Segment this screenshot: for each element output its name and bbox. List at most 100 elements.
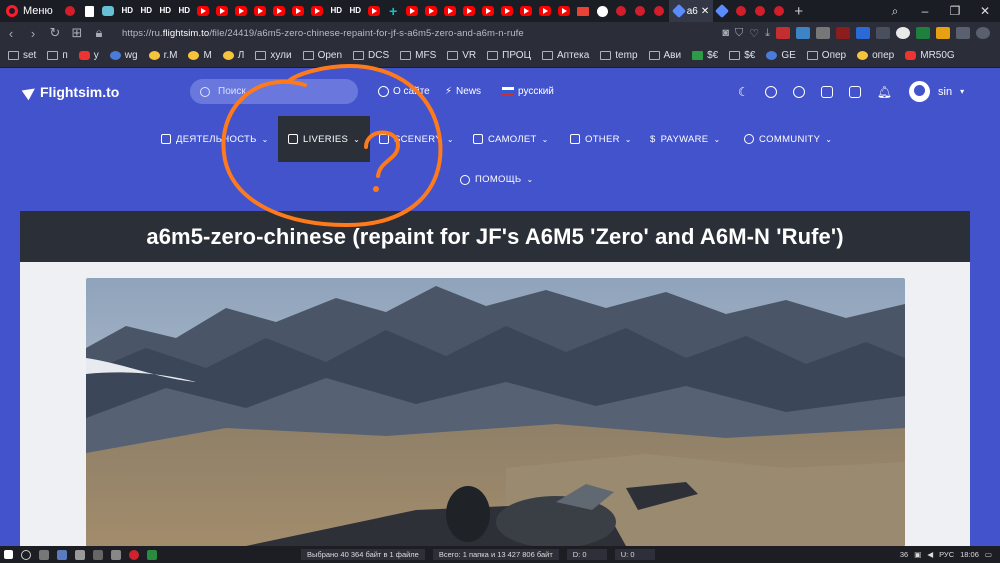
browser-tab[interactable] bbox=[770, 0, 789, 22]
browser-tab[interactable] bbox=[80, 0, 99, 22]
network-icon[interactable]: ▣ bbox=[914, 550, 921, 559]
language-selector[interactable]: русский bbox=[502, 86, 554, 97]
opera-taskbar-icon[interactable] bbox=[129, 549, 139, 560]
close-tab-icon[interactable]: ✕ bbox=[701, 6, 709, 17]
browser-tab[interactable] bbox=[593, 0, 612, 22]
browser-tab[interactable]: HD bbox=[137, 0, 156, 22]
extensions-puzzle-icon[interactable] bbox=[956, 27, 970, 39]
browser-tab[interactable]: HD bbox=[156, 0, 175, 22]
site-logo[interactable]: Flightsim.to bbox=[21, 83, 119, 101]
browser-tab[interactable] bbox=[289, 0, 308, 22]
taskbar-app-icon[interactable] bbox=[39, 549, 49, 560]
bookmark-item[interactable]: GE bbox=[766, 50, 796, 61]
new-tab-icon[interactable]: + bbox=[789, 3, 809, 20]
nav-aircraft[interactable]: САМОЛЕТ ⌄ bbox=[473, 116, 549, 162]
bookmark-item[interactable]: $€ bbox=[729, 50, 755, 61]
taskbar-app-icon[interactable] bbox=[111, 549, 121, 560]
nav-help[interactable]: ПОМОЩЬ ⌄ bbox=[460, 174, 533, 185]
browser-tab[interactable] bbox=[650, 0, 669, 22]
nav-liveries[interactable]: LIVERIES ⌄ bbox=[278, 116, 371, 162]
extension-icon[interactable] bbox=[796, 27, 810, 39]
ublock-extension-icon[interactable] bbox=[836, 27, 850, 39]
nav-payware[interactable]: $ PAYWARE ⌄ bbox=[650, 116, 720, 162]
bookmark-item[interactable]: MFS bbox=[400, 50, 436, 61]
camera-icon[interactable]: ◙ bbox=[722, 27, 729, 39]
bookmark-item[interactable]: Аптека bbox=[542, 50, 589, 61]
inbox-icon[interactable] bbox=[820, 86, 833, 98]
browser-tab[interactable]: HD bbox=[118, 0, 137, 22]
bookmark-item[interactable]: Ави bbox=[648, 50, 681, 61]
bookmark-item[interactable]: Л bbox=[222, 50, 244, 61]
extension-icon[interactable] bbox=[856, 27, 870, 39]
search-icon[interactable] bbox=[21, 549, 31, 560]
speed-dial-icon[interactable]: ⊞ bbox=[66, 25, 88, 41]
url-field[interactable]: https://ru.flightsim.to/file/24419/a6m5-… bbox=[122, 28, 524, 39]
windows-start-icon[interactable] bbox=[4, 550, 13, 559]
browser-tab[interactable] bbox=[308, 0, 327, 22]
users-icon[interactable] bbox=[792, 86, 805, 98]
browser-tab[interactable] bbox=[365, 0, 384, 22]
browser-tab[interactable] bbox=[441, 0, 460, 22]
bookmark-item[interactable]: MR50G bbox=[905, 50, 955, 61]
browser-tab[interactable] bbox=[751, 0, 770, 22]
browser-tab[interactable] bbox=[732, 0, 751, 22]
maximize-icon[interactable]: ❐ bbox=[940, 4, 970, 18]
extension-icon[interactable] bbox=[916, 27, 930, 39]
download-icon[interactable]: ⤓ bbox=[765, 27, 770, 40]
bookmark-item[interactable]: хули bbox=[255, 50, 292, 61]
close-window-icon[interactable]: ✕ bbox=[970, 4, 1000, 18]
dark-mode-icon[interactable]: ☾ bbox=[738, 85, 749, 99]
bookmark-item[interactable]: VR bbox=[447, 50, 476, 61]
browser-tab[interactable] bbox=[612, 0, 631, 22]
bookmark-item[interactable]: опер bbox=[857, 50, 894, 61]
hero-image[interactable] bbox=[86, 278, 905, 546]
browser-tab[interactable] bbox=[61, 0, 80, 22]
info-icon[interactable] bbox=[764, 86, 777, 98]
shield-icon[interactable]: ⛉ bbox=[735, 27, 743, 40]
active-browser-tab[interactable]: a6 ✕ bbox=[668, 0, 713, 22]
browser-tab[interactable] bbox=[479, 0, 498, 22]
bookmark-item[interactable]: temp bbox=[600, 50, 638, 61]
taskbar-app-icon[interactable] bbox=[57, 549, 67, 560]
keyboard-language[interactable]: РУС bbox=[939, 550, 954, 559]
adblock-extension-icon[interactable] bbox=[776, 27, 790, 39]
taskbar-app-icon[interactable] bbox=[93, 549, 103, 560]
bookmark-item[interactable]: set bbox=[8, 50, 36, 61]
heart-icon[interactable]: ♡ bbox=[749, 27, 759, 40]
forward-icon[interactable]: › bbox=[22, 26, 44, 41]
browser-tab[interactable] bbox=[517, 0, 536, 22]
browser-tab[interactable]: HD bbox=[327, 0, 346, 22]
nav-activity[interactable]: ДЕЯТЕЛЬНОСТЬ ⌄ bbox=[161, 116, 269, 162]
browser-tab[interactable] bbox=[422, 0, 441, 22]
taskbar-app-icon[interactable] bbox=[147, 549, 157, 560]
browser-tab[interactable] bbox=[99, 0, 118, 22]
nav-scenery[interactable]: SCENERY ⌄ bbox=[379, 116, 454, 162]
news-link[interactable]: ⚡︎ News bbox=[445, 86, 481, 97]
bookmark-item[interactable]: ПРОЦ bbox=[487, 50, 531, 61]
browser-tab[interactable] bbox=[251, 0, 270, 22]
browser-tab[interactable] bbox=[403, 0, 422, 22]
volume-icon[interactable]: ◀︎ bbox=[927, 550, 933, 559]
browser-tab[interactable] bbox=[498, 0, 517, 22]
globe-icon[interactable] bbox=[896, 27, 910, 39]
bookmark-item[interactable]: М bbox=[188, 50, 212, 61]
browser-tab[interactable] bbox=[232, 0, 251, 22]
browser-tab[interactable] bbox=[460, 0, 479, 22]
bookmark-item[interactable]: Опер bbox=[806, 50, 846, 61]
bell-icon[interactable]: 🔔︎ bbox=[877, 85, 892, 99]
bookmark-item[interactable]: DCS bbox=[353, 50, 389, 61]
opera-menu-button[interactable]: Меню bbox=[0, 0, 61, 22]
extension-icon[interactable] bbox=[816, 27, 830, 39]
tab-search-icon[interactable]: ⌕ bbox=[880, 4, 910, 19]
browser-tab[interactable]: HD bbox=[175, 0, 194, 22]
bookmark-item[interactable]: r.M bbox=[148, 50, 177, 61]
bookmark-item[interactable]: п bbox=[47, 50, 68, 61]
bookmark-item[interactable]: $€ bbox=[692, 50, 718, 61]
browser-tab[interactable] bbox=[555, 0, 574, 22]
cart-icon[interactable] bbox=[848, 86, 861, 98]
minimize-icon[interactable]: – bbox=[910, 4, 940, 18]
user-menu[interactable]: sin ▾ bbox=[909, 81, 964, 102]
browser-tab[interactable]: HD bbox=[346, 0, 365, 22]
browser-tab[interactable] bbox=[270, 0, 289, 22]
extension-icon[interactable] bbox=[876, 27, 890, 39]
